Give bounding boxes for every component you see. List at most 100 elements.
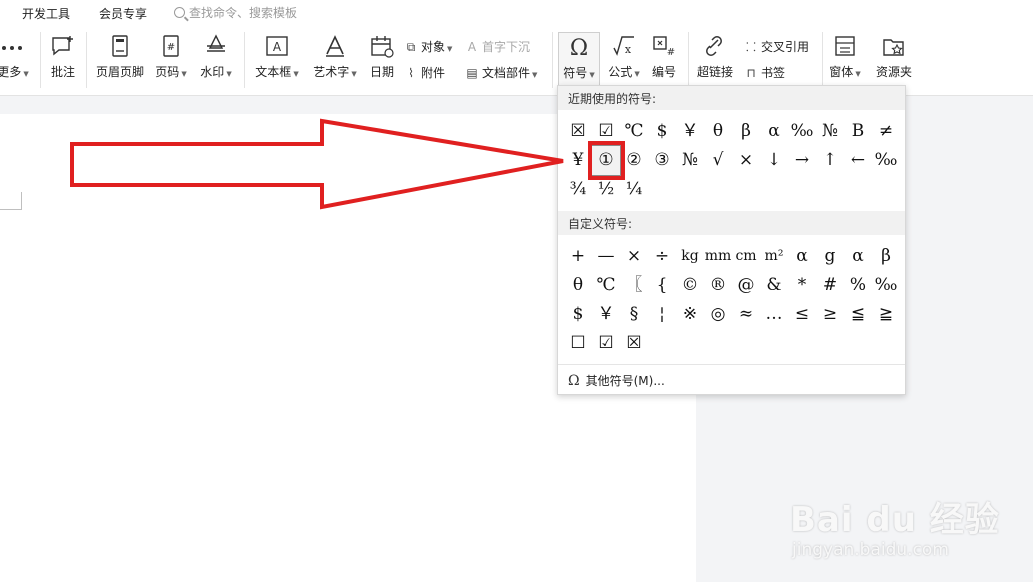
symbol-cell[interactable]: ÷ — [648, 242, 676, 271]
symbol-cell[interactable]: ☒ — [564, 117, 592, 146]
symbol-cell[interactable]: ↓ — [760, 146, 788, 175]
symbol-cell[interactable]: β — [732, 117, 760, 146]
symbol-cell[interactable]: ‰ — [872, 271, 900, 300]
symbol-cell[interactable]: g — [816, 242, 844, 271]
object-icon: ⧉ — [406, 40, 416, 54]
link-icon — [706, 36, 722, 56]
symbol-cell[interactable]: ☐ — [564, 329, 592, 358]
symbol-cell[interactable]: ½ — [592, 175, 620, 204]
symbol-cell[interactable]: ② — [620, 146, 648, 175]
symbol-cell[interactable]: × — [620, 242, 648, 271]
symbol-cell[interactable]: ℃ — [592, 271, 620, 300]
symbol-cell[interactable]: № — [816, 117, 844, 146]
numbering-button[interactable]: # 编号 — [650, 34, 678, 80]
symbol-cell[interactable]: α — [788, 242, 816, 271]
symbol-button[interactable]: Ω 符号 ▼ — [558, 32, 600, 88]
symbol-cell[interactable]: mm — [704, 242, 732, 271]
tab-member-exclusive[interactable]: 会员专享 — [99, 5, 147, 22]
bookmark-button[interactable]: ⊓ 书签 — [744, 64, 785, 81]
command-search[interactable]: 查找命令、搜索模板 — [174, 4, 297, 21]
symbol-cell[interactable]: α — [760, 117, 788, 146]
symbol-cell[interactable]: § — [620, 300, 648, 329]
drop-cap-button[interactable]: A 首字下沉 — [465, 38, 530, 55]
symbol-cell[interactable]: ☑ — [592, 117, 620, 146]
symbol-cell[interactable]: α — [844, 242, 872, 271]
symbol-cell[interactable]: ≤ — [788, 300, 816, 329]
symbol-cell[interactable]: → — [788, 146, 816, 175]
wordart-icon — [326, 35, 344, 57]
symbol-cell[interactable]: ☒ — [620, 329, 648, 358]
date-button[interactable]: 日期 — [368, 34, 396, 80]
symbol-cell[interactable]: ¦ — [648, 300, 676, 329]
symbol-cell[interactable]: ‰ — [788, 117, 816, 146]
symbol-cell[interactable]: — — [592, 242, 620, 271]
symbol-cell[interactable]: B — [844, 117, 872, 146]
symbol-cell[interactable]: № — [676, 146, 704, 175]
symbol-cell[interactable]: θ — [704, 117, 732, 146]
symbol-cell[interactable]: ① — [591, 145, 621, 176]
more-symbols-button[interactable]: Ω 其他符号(M)... — [558, 364, 905, 394]
symbol-cell[interactable]: ≠ — [872, 117, 900, 146]
symbol-cell[interactable]: ¼ — [620, 175, 648, 204]
formula-button[interactable]: x 公式 ▼ — [606, 34, 642, 80]
wordart-button[interactable]: 艺术字 ▼ — [310, 34, 360, 80]
header-footer-button[interactable]: 页眉页脚 — [94, 34, 146, 80]
symbol-cell[interactable]: 〖 — [620, 271, 648, 300]
attachment-label: 附件 — [421, 66, 446, 80]
symbol-cell[interactable]: % — [844, 271, 872, 300]
symbol-cell[interactable]: ¾ — [564, 175, 592, 204]
baidu-watermark: Bai du 经验 jingyan.baidu.com — [790, 470, 1030, 580]
symbol-cell[interactable]: @ — [732, 271, 760, 300]
cross-ref-icon: ⸬ — [746, 40, 756, 54]
symbol-cell[interactable]: ≈ — [732, 300, 760, 329]
symbol-cell[interactable]: ← — [844, 146, 872, 175]
form-button[interactable]: 窗体 ▼ — [828, 34, 862, 80]
symbol-cell[interactable]: ‰ — [872, 146, 900, 175]
symbol-cell[interactable]: ¥ — [564, 146, 592, 175]
symbol-cell[interactable]: ◎ — [704, 300, 732, 329]
symbol-cell[interactable]: ℃ — [620, 117, 648, 146]
object-button[interactable]: ⧉ 对象 ▼ — [404, 38, 453, 55]
watermark-icon — [207, 34, 225, 52]
symbol-cell[interactable]: kg — [676, 242, 704, 271]
symbol-cell[interactable]: © — [676, 271, 704, 300]
symbol-cell[interactable]: ※ — [676, 300, 704, 329]
symbol-cell[interactable]: θ — [564, 271, 592, 300]
symbol-cell[interactable]: β — [872, 242, 900, 271]
symbol-cell[interactable]: ® — [704, 271, 732, 300]
symbol-cell[interactable]: ≦ — [844, 300, 872, 329]
symbol-cell[interactable]: × — [732, 146, 760, 175]
symbol-cell[interactable]: + — [564, 242, 592, 271]
symbol-cell[interactable]: * — [788, 271, 816, 300]
resources-button[interactable]: 资源夹 — [874, 34, 914, 80]
symbol-cell[interactable]: # — [816, 271, 844, 300]
cross-ref-button[interactable]: ⸬ 交叉引用 — [744, 38, 809, 55]
symbol-cell[interactable]: √ — [704, 146, 732, 175]
symbol-cell[interactable]: $ — [648, 117, 676, 146]
textbox-button[interactable]: A 文本框 ▼ — [252, 34, 302, 80]
symbol-cell[interactable]: cm — [732, 242, 760, 271]
symbol-cell[interactable]: ☑ — [592, 329, 620, 358]
comment-button[interactable]: 批注 — [46, 34, 80, 80]
symbol-dropdown: 近期使用的符号: ☒ ☑ ℃ $ ￥ θ β α ‰ № B ≠ ¥ ① ② ③ № √ × ↓ → ↑ ← ‰ ¾ ½ ¼ 自定义… — [557, 85, 906, 395]
more-button[interactable]: 更多 ▼ — [0, 34, 30, 80]
attachment-button[interactable]: ⌇ 附件 — [404, 64, 445, 81]
symbol-cell[interactable]: ≥ — [816, 300, 844, 329]
symbol-cell[interactable]: ￥ — [676, 117, 704, 146]
watermark-button[interactable]: 水印 ▼ — [198, 34, 234, 80]
doc-parts-button[interactable]: ▤ 文档部件 ▼ — [465, 64, 537, 81]
symbol-cell[interactable]: ③ — [648, 146, 676, 175]
tab-developer-tools[interactable]: 开发工具 — [22, 5, 70, 22]
symbol-cell[interactable]: ￥ — [592, 300, 620, 329]
symbol-cell[interactable]: ↑ — [816, 146, 844, 175]
page-number-button[interactable]: # 页码 ▼ — [153, 34, 189, 80]
symbol-cell[interactable]: $ — [564, 300, 592, 329]
symbol-cell[interactable]: { — [648, 271, 676, 300]
paperclip-icon: ⌇ — [408, 66, 414, 80]
symbol-cell[interactable]: ≧ — [872, 300, 900, 329]
hyperlink-button[interactable]: 超链接 — [694, 34, 736, 80]
symbol-cell[interactable]: m² — [760, 242, 788, 271]
symbol-cell[interactable]: & — [760, 271, 788, 300]
object-label: 对象 — [421, 40, 446, 54]
symbol-cell[interactable]: … — [760, 300, 788, 329]
